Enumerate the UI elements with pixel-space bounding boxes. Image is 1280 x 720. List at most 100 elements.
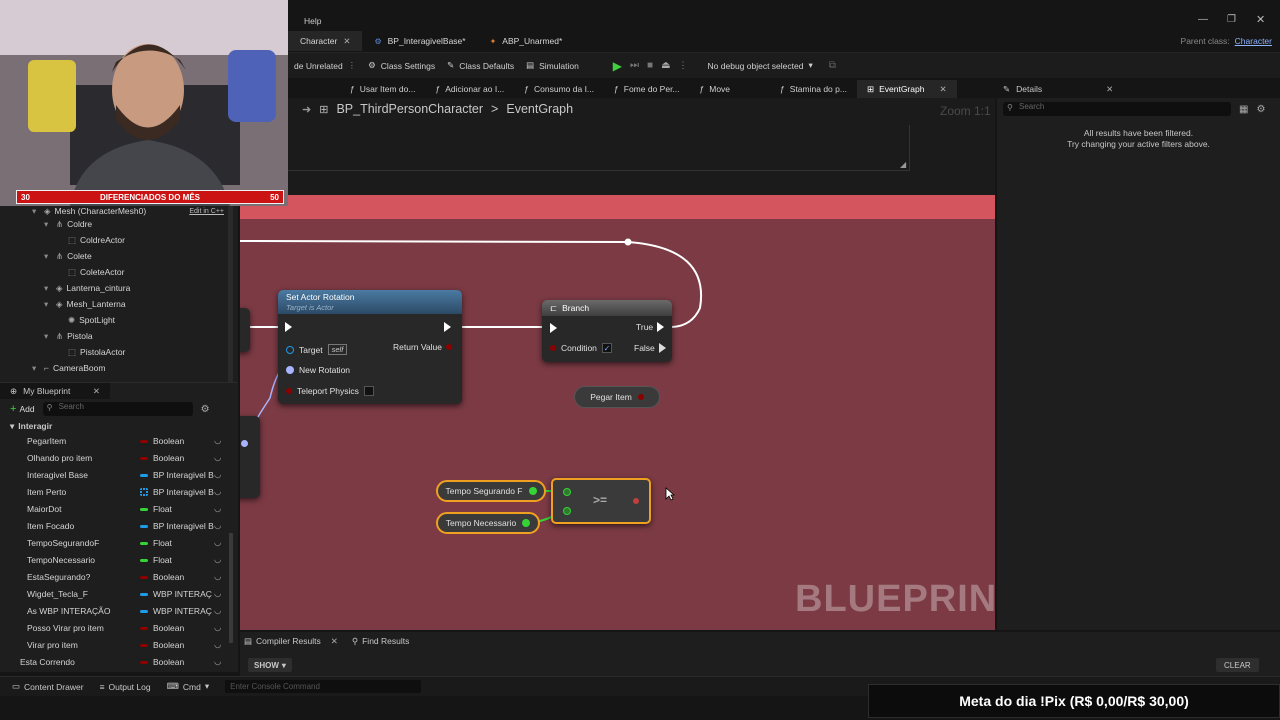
tab-move[interactable]: ƒ Move: [690, 80, 771, 98]
clear-button[interactable]: CLEAR: [1216, 658, 1259, 672]
close-tab-icon[interactable]: ✕: [939, 84, 946, 95]
offscreen-node[interactable]: [240, 416, 260, 498]
add-button[interactable]: + Add: [10, 403, 35, 415]
variable-type[interactable]: Boolean: [140, 436, 184, 446]
rotator-pin[interactable]: [286, 366, 294, 374]
tempo-necessario-variable-node[interactable]: Tempo Necessario: [436, 512, 540, 534]
exec-out-pin[interactable]: [444, 322, 451, 332]
chevron-down-icon[interactable]: ▾: [44, 283, 52, 294]
edit-in-cpp-link[interactable]: Edit in C++: [189, 208, 224, 215]
branch-node[interactable]: ⊏ Branch True Condition ✓ False: [542, 300, 672, 362]
variable-type[interactable]: Float: [140, 504, 172, 514]
variable-row[interactable]: TempoNecessario Float ◡: [0, 552, 238, 569]
tree-item[interactable]: ▾ ⋔ Colete: [0, 248, 238, 264]
bool-out-pin[interactable]: [633, 498, 639, 504]
output-log-button[interactable]: ≡ Output Log: [100, 682, 151, 692]
visibility-eye-icon[interactable]: ◡: [214, 520, 221, 531]
content-drawer-button[interactable]: ▭ Content Drawer: [12, 681, 84, 692]
variable-type[interactable]: Boolean: [140, 623, 184, 633]
settings-icon[interactable]: ⚙: [201, 404, 210, 415]
visibility-eye-icon[interactable]: ◡: [214, 452, 221, 463]
class-defaults-button[interactable]: ✎ Class Defaults: [441, 56, 520, 76]
variable-row[interactable]: PegarItem Boolean ◡: [0, 433, 238, 450]
variable-type[interactable]: Boolean: [140, 640, 184, 650]
variable-row[interactable]: Item Perto BP Interagivel B ◡: [0, 484, 238, 501]
close-tab-icon[interactable]: ✕: [331, 636, 338, 647]
settings-icon[interactable]: ⚙: [1256, 104, 1265, 115]
float-in-pin-a[interactable]: [563, 488, 571, 496]
eject-icon[interactable]: ⏏: [661, 60, 670, 71]
variable-row[interactable]: Wigdet_Tecla_F WBP INTERAÇ ◡: [0, 586, 238, 603]
variable-row[interactable]: Posso Virar pro item Boolean ◡: [0, 620, 238, 637]
variable-row[interactable]: Item Focado BP Interagivel B ◡: [0, 518, 238, 535]
tab-find-results[interactable]: ⚲ Find Results: [352, 636, 409, 647]
visibility-eye-icon[interactable]: ◡: [214, 537, 221, 548]
variable-row[interactable]: Olhando pro item Boolean ◡: [0, 450, 238, 467]
class-settings-button[interactable]: ⚙ Class Settings: [362, 56, 441, 76]
visibility-eye-icon[interactable]: ◡: [214, 435, 221, 446]
bool-pin[interactable]: [286, 388, 292, 394]
tab-usar-item[interactable]: ƒ Usar Item do...: [340, 80, 425, 98]
variable-type[interactable]: BP Interagivel B: [140, 487, 214, 497]
hide-unrelated-button[interactable]: de Unrelated ⋮: [288, 56, 362, 76]
chevron-down-icon[interactable]: ▾: [44, 251, 52, 262]
variable-type[interactable]: Boolean: [140, 453, 184, 463]
variable-row[interactable]: Interagivel Base BP Interagivel B ◡: [0, 467, 238, 484]
set-actor-rotation-node[interactable]: Set Actor Rotation Target is Actor Targe…: [278, 290, 462, 404]
tree-item[interactable]: ⬚ PistolaActor: [0, 344, 238, 360]
pegar-item-variable-node[interactable]: Pegar Item: [574, 386, 660, 408]
exec-in-pin[interactable]: [550, 323, 557, 333]
exec-in-pin[interactable]: [285, 322, 292, 332]
tab-compiler-results[interactable]: ▤ Compiler Results ✕: [244, 636, 338, 647]
float-out-pin[interactable]: [522, 519, 531, 527]
variable-row[interactable]: As WBP INTERAÇÃO WBP INTERAÇ ◡: [0, 603, 238, 620]
variable-row[interactable]: EstaSegurando? Boolean ◡: [0, 569, 238, 586]
visibility-eye-icon[interactable]: ◡: [214, 588, 221, 599]
variable-type[interactable]: WBP INTERAÇ: [140, 606, 212, 616]
visibility-eye-icon[interactable]: ◡: [214, 639, 221, 650]
tree-item[interactable]: ▾ ◈ Lanterna_cintura: [0, 280, 238, 296]
tree-item[interactable]: ▾ ⋔ Coldre: [0, 216, 238, 232]
tab-stamina[interactable]: ƒ Stamina do p...: [770, 80, 857, 98]
target-pin[interactable]: [286, 345, 294, 354]
details-search-input[interactable]: ⚲ Search: [1003, 102, 1231, 116]
visibility-eye-icon[interactable]: ◡: [214, 486, 221, 497]
variable-row[interactable]: Esta Correndo Boolean ◡: [0, 654, 238, 671]
simulation-button[interactable]: ▤ Simulation: [520, 56, 585, 76]
my-blueprint-tab[interactable]: ⊕ My Blueprint ✕: [0, 383, 110, 399]
float-in-pin-b[interactable]: [563, 507, 571, 515]
chevron-down-icon[interactable]: ▾: [44, 299, 52, 310]
visibility-eye-icon[interactable]: ◡: [214, 503, 221, 514]
cmd-dropdown[interactable]: ⌨ Cmd ▾: [167, 681, 210, 692]
show-button[interactable]: SHOW ▾: [248, 658, 292, 672]
visibility-eye-icon[interactable]: ◡: [214, 656, 221, 667]
tab-bp-interagivel-base[interactable]: ⚙ BP_InteragivelBase*: [362, 31, 477, 51]
visibility-eye-icon[interactable]: ◡: [214, 554, 221, 565]
close-window-icon[interactable]: ✕: [1256, 13, 1265, 26]
visibility-eye-icon[interactable]: ◡: [214, 571, 221, 582]
details-tab[interactable]: ✎ Details ✕: [997, 80, 1280, 98]
graph-canvas[interactable]: ➜ ⊞ BP_ThirdPersonCharacter > EventGraph…: [240, 98, 995, 630]
console-input[interactable]: Enter Console Command: [225, 680, 422, 693]
tab-consumo[interactable]: ƒ Consumo da I...: [514, 80, 604, 98]
variable-row[interactable]: MaiorDot Float ◡: [0, 501, 238, 518]
variable-type[interactable]: WBP INTERAÇ: [140, 589, 212, 599]
help-menu[interactable]: Help: [304, 16, 321, 26]
debug-object-select[interactable]: No debug object selected ▾: [702, 56, 819, 76]
play-icon[interactable]: ▶: [613, 59, 622, 73]
close-tab-icon[interactable]: ✕: [343, 36, 350, 47]
tab-fome[interactable]: ƒ Fome do Per...: [604, 80, 689, 98]
bool-out-pin[interactable]: [637, 394, 644, 400]
tab-abp-unarmed[interactable]: ✦ ABP_Unarmed*: [478, 31, 575, 51]
condition-checkbox[interactable]: ✓: [601, 343, 612, 353]
teleport-checkbox[interactable]: [363, 386, 374, 396]
tempo-segurando-variable-node[interactable]: Tempo Segurando F: [436, 480, 546, 502]
variable-row[interactable]: Virar pro item Boolean ◡: [0, 637, 238, 654]
close-tab-icon[interactable]: ✕: [93, 386, 100, 397]
reroute-node[interactable]: [624, 238, 632, 246]
offscreen-node[interactable]: [240, 308, 250, 352]
variable-type[interactable]: Float: [140, 538, 172, 548]
variable-type[interactable]: BP Interagivel B: [140, 521, 214, 531]
maximize-icon[interactable]: ❐: [1227, 14, 1236, 25]
tab-adicionar[interactable]: ƒ Adicionar ao I...: [425, 80, 514, 98]
